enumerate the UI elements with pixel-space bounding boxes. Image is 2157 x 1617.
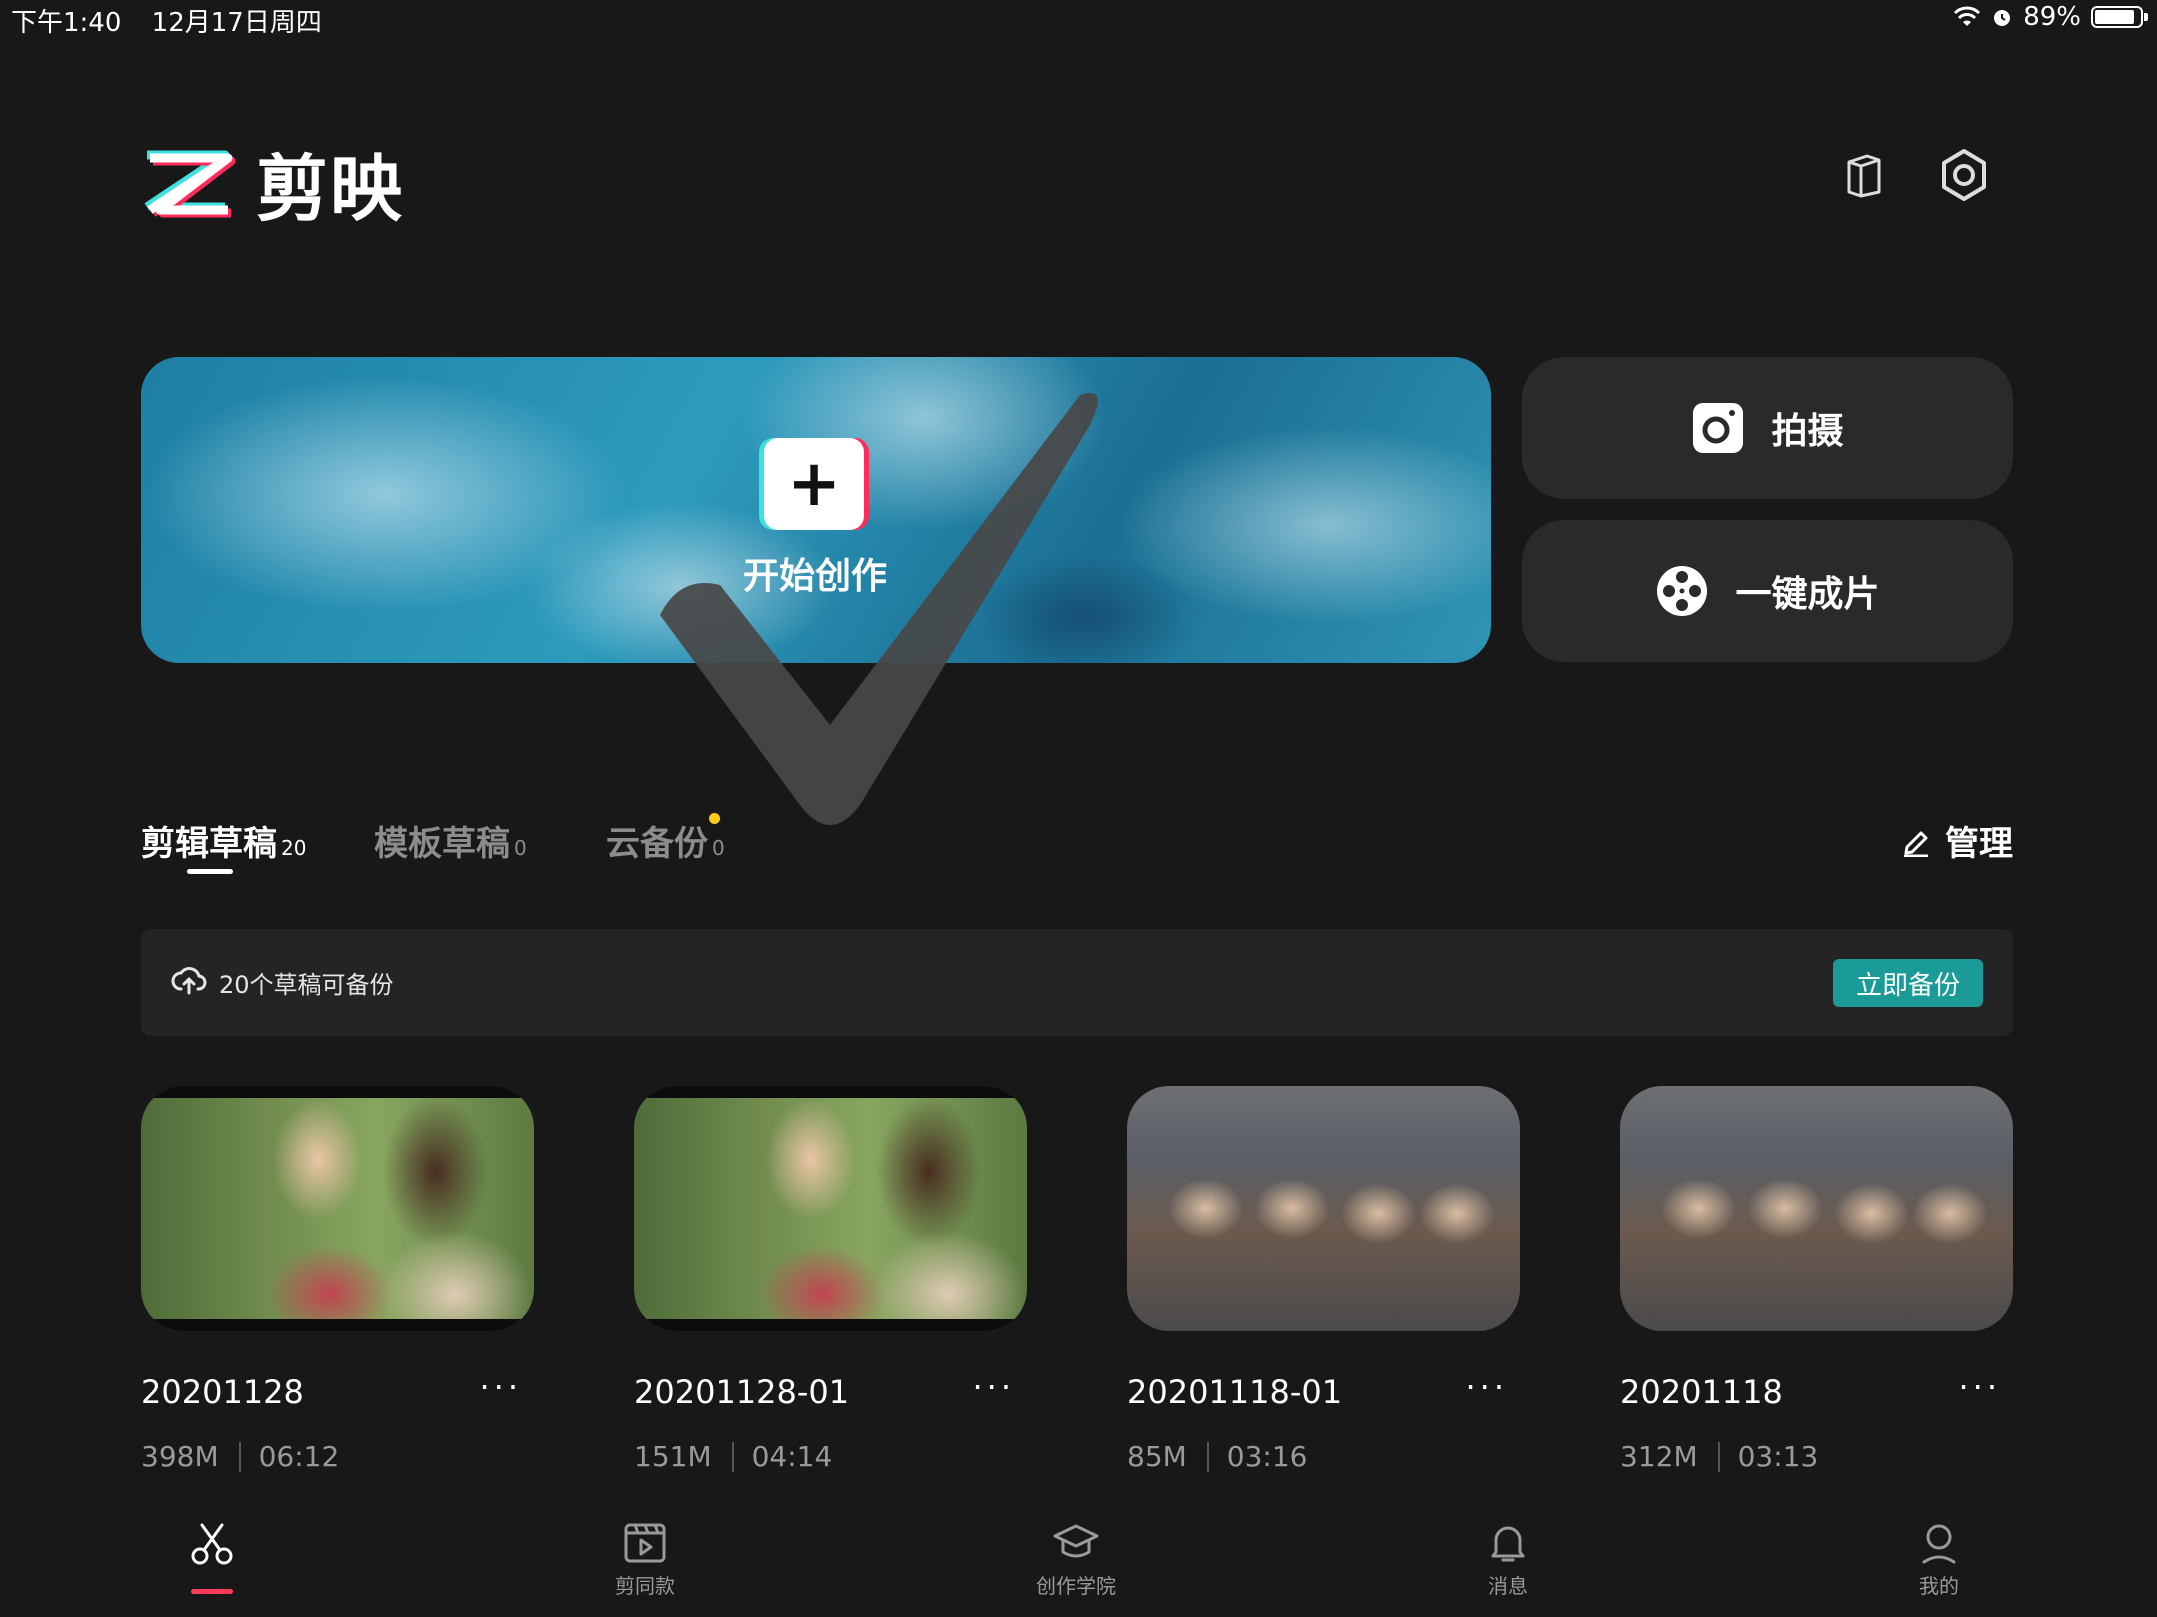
edit-pencil-icon xyxy=(1904,831,1928,857)
draft-thumbnail[interactable] xyxy=(1127,1086,1520,1331)
draft-meta: 312M 03:13 xyxy=(1620,1440,1818,1473)
nav-profile[interactable]: 我的 xyxy=(1869,1522,2009,1599)
app-name: 剪映 xyxy=(256,147,405,231)
draft-thumbnail[interactable] xyxy=(1620,1086,2013,1331)
camera-icon xyxy=(1693,403,1744,453)
draft-name: 20201118 xyxy=(1620,1373,1783,1411)
nav-active-indicator xyxy=(191,1589,233,1594)
draft-item[interactable]: 20201128 ··· 398M 06:12 xyxy=(141,1086,534,1473)
tab-cloud-backup-count: 0 xyxy=(712,836,725,860)
tutorial-book-button[interactable] xyxy=(1834,145,1894,205)
nav-academy[interactable]: 创作学院 xyxy=(1006,1522,1146,1599)
active-tab-indicator xyxy=(187,869,233,874)
settings-button[interactable] xyxy=(1934,145,1994,205)
profile-icon xyxy=(1922,1524,1956,1564)
draft-thumbnail[interactable] xyxy=(141,1086,534,1331)
draft-size: 312M xyxy=(1620,1440,1698,1473)
draft-item[interactable]: 20201118-01 ··· 85M 03:16 xyxy=(1127,1086,1520,1473)
letterbox-bar xyxy=(141,1319,534,1331)
meta-divider xyxy=(1206,1441,1209,1472)
backup-banner: 20个草稿可备份 立即备份 xyxy=(141,929,2013,1036)
tab-edit-drafts-count: 20 xyxy=(281,836,307,860)
nav-messages-label: 消息 xyxy=(1488,1574,1528,1598)
manage-label: 管理 xyxy=(1945,824,2013,864)
meta-divider xyxy=(1717,1441,1720,1472)
one-click-film-label: 一键成片 xyxy=(1735,574,1880,615)
draft-name: 20201118-01 xyxy=(1127,1373,1343,1411)
tab-cloud-backup-label: 云备份 xyxy=(606,824,708,864)
draft-name: 20201128 xyxy=(141,1373,304,1411)
battery-fill xyxy=(2095,10,2135,24)
nav-templates[interactable]: 剪同款 xyxy=(575,1522,715,1599)
gear-icon xyxy=(1942,149,1986,201)
alarm-icon xyxy=(1994,10,2011,26)
nav-messages[interactable]: 消息 xyxy=(1438,1522,1578,1599)
draft-duration: 03:13 xyxy=(1737,1440,1819,1473)
manage-button[interactable]: 管理 xyxy=(1901,816,2013,865)
tab-edit-drafts-label: 剪辑草稿 xyxy=(141,824,277,864)
tab-edit-drafts[interactable]: 剪辑草稿 20 xyxy=(141,816,306,865)
draft-size: 398M xyxy=(141,1440,219,1473)
meta-divider xyxy=(731,1441,734,1472)
tab-cloud-backup[interactable]: 云备份 0 xyxy=(606,816,725,865)
letterbox-bar xyxy=(634,1319,1027,1331)
draft-item[interactable]: 20201128-01 ··· 151M 04:14 xyxy=(634,1086,1027,1473)
shoot-button[interactable]: 拍摄 xyxy=(1522,357,2013,499)
battery-percent: 89% xyxy=(2023,2,2081,32)
notification-dot xyxy=(709,813,720,824)
tab-template-drafts-count: 0 xyxy=(514,836,527,860)
draft-duration: 06:12 xyxy=(258,1440,340,1473)
app-root: 下午1:40 12月17日周四 89% 剪映 + 开始创作 拍摄 一键成片 剪辑… xyxy=(0,0,2157,1617)
shoot-label: 拍摄 xyxy=(1771,411,1844,452)
tab-template-drafts[interactable]: 模板草稿 0 xyxy=(374,816,527,865)
draft-meta: 398M 06:12 xyxy=(141,1440,339,1473)
start-creation-label: 开始创作 xyxy=(742,556,887,597)
nav-academy-label: 创作学院 xyxy=(1036,1574,1116,1598)
meta-divider xyxy=(238,1441,241,1472)
add-project-icon[interactable]: + xyxy=(764,438,864,530)
nav-templates-label: 剪同款 xyxy=(615,1574,675,1598)
app-logo: 剪映 xyxy=(140,130,404,235)
book-icon xyxy=(1847,154,1881,198)
draft-duration: 03:16 xyxy=(1226,1440,1308,1473)
tab-template-drafts-label: 模板草稿 xyxy=(374,824,510,864)
wifi-icon xyxy=(1954,6,1981,26)
template-icon xyxy=(624,1523,666,1563)
scissors-icon xyxy=(191,1523,233,1565)
draft-size: 151M xyxy=(634,1440,712,1473)
backup-banner-text: 20个草稿可备份 xyxy=(219,971,394,999)
draft-size: 85M xyxy=(1127,1440,1187,1473)
capcut-logo-icon xyxy=(144,150,236,217)
backup-now-button[interactable]: 立即备份 xyxy=(1833,959,1983,1007)
status-time: 下午1:40 xyxy=(11,8,122,38)
nav-profile-label: 我的 xyxy=(1919,1574,1959,1598)
bell-icon xyxy=(1491,1526,1525,1562)
draft-item[interactable]: 20201118 ··· 312M 03:13 xyxy=(1620,1086,2013,1473)
status-date: 12月17日周四 xyxy=(151,8,322,38)
draft-name: 20201128-01 xyxy=(634,1373,850,1411)
draft-meta: 85M 03:16 xyxy=(1127,1440,1308,1473)
draft-more-button[interactable]: ··· xyxy=(479,1368,522,1406)
letterbox-bar xyxy=(634,1086,1027,1098)
nav-edit[interactable] xyxy=(142,1522,282,1566)
letterbox-bar xyxy=(141,1086,534,1098)
draft-more-button[interactable]: ··· xyxy=(1958,1368,2001,1406)
draft-meta: 151M 04:14 xyxy=(634,1440,832,1473)
film-reel-icon xyxy=(1657,566,1708,616)
cloud-upload-icon xyxy=(171,967,207,995)
status-bar-left: 下午1:40 12月17日周四 xyxy=(11,2,344,39)
one-click-film-button[interactable]: 一键成片 xyxy=(1522,520,2013,662)
status-bar-right: 89% xyxy=(1953,2,2148,32)
draft-more-button[interactable]: ··· xyxy=(1465,1368,1508,1406)
battery-icon xyxy=(2091,6,2148,28)
draft-thumbnail[interactable] xyxy=(634,1086,1027,1331)
draft-duration: 04:14 xyxy=(751,1440,833,1473)
academy-icon xyxy=(1053,1524,1099,1558)
draft-more-button[interactable]: ··· xyxy=(972,1368,1015,1406)
